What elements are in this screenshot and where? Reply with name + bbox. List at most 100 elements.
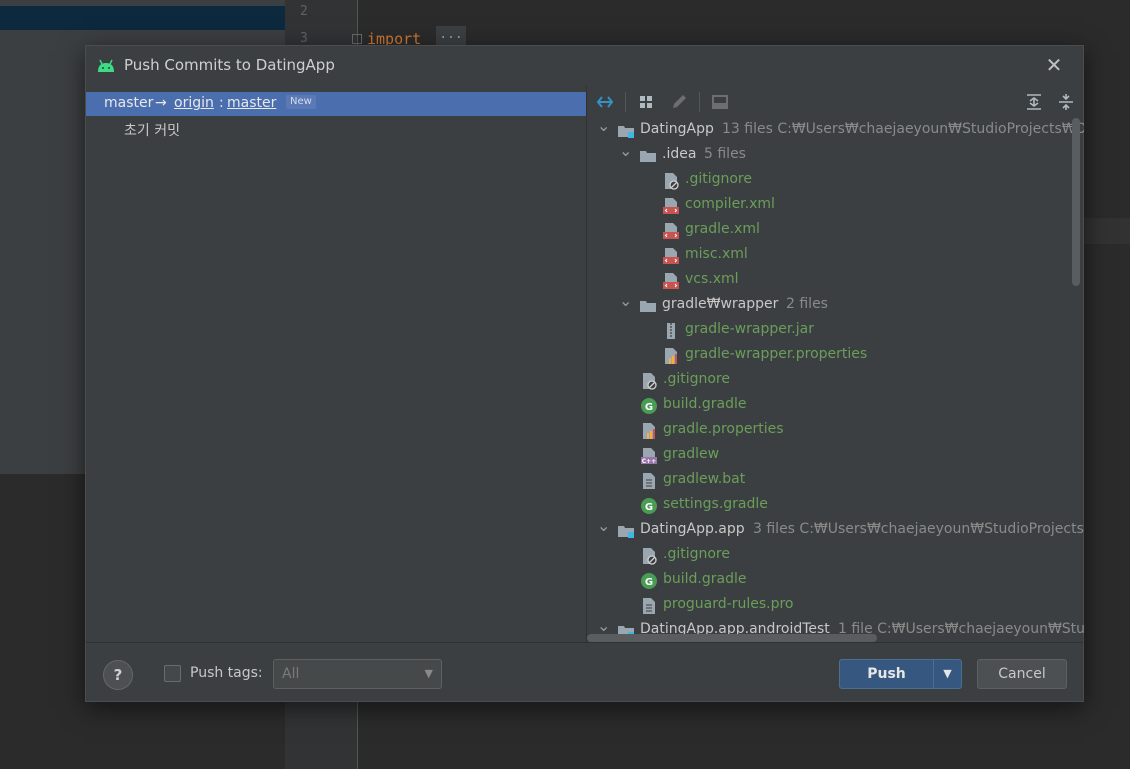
svg-text:G: G: [645, 502, 653, 513]
android-icon: [98, 59, 114, 72]
line-number: 2: [300, 4, 308, 19]
tree-group-row[interactable]: ⌄ gradle₩wrapper 2 files: [587, 291, 1084, 318]
tree-file-row[interactable]: .gitignore: [587, 543, 1084, 568]
tree-file-row[interactable]: Gbuild.gradle: [587, 568, 1084, 593]
fold-icon[interactable]: [352, 34, 362, 44]
collapse-all-icon[interactable]: [1056, 92, 1076, 112]
chevron-down-icon: ▼: [943, 667, 952, 680]
new-badge: New: [286, 95, 316, 109]
push-arrow: →: [155, 95, 167, 111]
tree-item-meta: 2 files: [786, 296, 828, 312]
tree-file-row[interactable]: gradle.properties: [587, 418, 1084, 443]
gradle-icon: G: [641, 398, 657, 414]
dialog-titlebar: Push Commits to DatingApp ✕: [86, 46, 1083, 86]
expand-diff-icon[interactable]: [595, 92, 615, 112]
tree-file-row[interactable]: misc.xml: [587, 243, 1084, 268]
tree-file-row[interactable]: gradle.xml: [587, 218, 1084, 243]
tree-item-label: gradle-wrapper.jar: [685, 321, 814, 337]
chevron-down-icon[interactable]: ⌄: [619, 141, 633, 160]
tree-file-row[interactable]: .gitignore: [587, 168, 1084, 193]
tree-file-row[interactable]: proguard-rules.pro: [587, 593, 1084, 618]
tree-file-row[interactable]: gradle-wrapper.jar: [587, 318, 1084, 343]
branch-push-row[interactable]: master → origin : master New: [86, 92, 586, 116]
tree-item-label: misc.xml: [685, 246, 748, 262]
tree-file-row[interactable]: Gbuild.gradle: [587, 393, 1084, 418]
tree-item-label: .idea: [662, 146, 697, 162]
jar-file-icon: [667, 323, 675, 339]
edit-source-icon[interactable]: [669, 92, 689, 112]
group-by-icon[interactable]: [637, 92, 657, 112]
tree-item-label: gradle.xml: [685, 221, 760, 237]
cpp-file-icon: C++: [641, 448, 657, 465]
tree-item-label: build.gradle: [663, 396, 747, 412]
text-file-icon: [643, 598, 655, 614]
tree-file-row[interactable]: C++ gradlew: [587, 443, 1084, 468]
folder-icon: [640, 301, 656, 312]
tree-item-label: gradlew: [663, 446, 720, 462]
tree-item-label: .gitignore: [663, 546, 730, 562]
properties-file-icon: [643, 423, 655, 439]
horizontal-scrollbar[interactable]: [587, 634, 877, 642]
cancel-button[interactable]: Cancel: [977, 659, 1067, 689]
push-button[interactable]: Push: [839, 659, 934, 689]
tree-group-row[interactable]: ⌄ DatingApp.app 3 files C:₩Users₩chaejaeyo…: [587, 516, 1084, 543]
tree-item-label: vcs.xml: [685, 271, 739, 287]
tree-item-label: .gitignore: [685, 171, 752, 187]
push-tags-checkbox[interactable]: [164, 665, 181, 682]
xml-file-icon: [663, 273, 679, 289]
tree-file-row[interactable]: compiler.xml: [587, 193, 1084, 218]
tree-group-row[interactable]: ⌄ .idea 5 files: [587, 141, 1084, 168]
tree-item-label: DatingApp.app: [640, 521, 745, 537]
tree-file-row[interactable]: Gsettings.gradle: [587, 493, 1084, 518]
tree-item-label: compiler.xml: [685, 196, 775, 212]
push-tags-select-value: All: [282, 666, 300, 682]
branch-separator: :: [219, 95, 224, 111]
commit-item[interactable]: 초기 커밋: [124, 120, 180, 140]
gradle-icon: G: [641, 573, 657, 589]
chevron-down-icon[interactable]: ⌄: [597, 116, 611, 135]
tree-file-row[interactable]: gradle-wrapper.properties: [587, 343, 1084, 368]
chevron-down-icon[interactable]: ⌄: [619, 291, 633, 310]
local-branch: master: [104, 95, 154, 111]
properties-file-icon: [665, 348, 677, 364]
folder-icon: [640, 151, 656, 162]
tree-item-label: settings.gradle: [663, 496, 768, 512]
tree-file-row[interactable]: vcs.xml: [587, 268, 1084, 293]
push-commits-dialog: Push Commits to DatingApp ✕ master → ori…: [85, 45, 1084, 702]
expand-all-icon[interactable]: [1024, 92, 1044, 112]
show-diff-icon[interactable]: [710, 92, 730, 112]
editor-caret-line: [1084, 218, 1130, 244]
svg-text:C++: C++: [642, 458, 656, 465]
push-tags-label: Push tags:: [190, 665, 263, 681]
tree-file-row[interactable]: .gitignore: [587, 368, 1084, 393]
text-file-icon: [643, 473, 655, 489]
help-button[interactable]: ?: [103, 660, 133, 690]
folded-imports[interactable]: ...: [436, 26, 466, 46]
chevron-down-icon[interactable]: ⌄: [597, 616, 611, 635]
tree-item-label: gradle₩wrapper: [662, 296, 779, 312]
tree-item-label: gradle.properties: [663, 421, 784, 437]
module-folder-icon: [618, 526, 634, 538]
tree-item-meta: 5 files: [704, 146, 746, 162]
project-panel-selection: [0, 6, 285, 30]
close-icon[interactable]: ✕: [1043, 54, 1065, 76]
vertical-scrollbar[interactable]: [1072, 118, 1080, 286]
chevron-down-icon: ▼: [424, 667, 433, 680]
remote-name[interactable]: origin: [174, 95, 214, 111]
tree-item-label: gradle-wrapper.properties: [685, 346, 868, 362]
dialog-footer: ? Push tags: All ▼ Push ▼ Cancel: [86, 643, 1083, 703]
changes-pane: ⌄ DatingApp 13 files C:₩Users₩chaejaeyoun₩…: [587, 86, 1084, 642]
dialog-title: Push Commits to DatingApp: [124, 56, 335, 74]
tree-item-label: .gitignore: [663, 371, 730, 387]
gradle-icon: G: [641, 498, 657, 514]
xml-file-icon: [663, 223, 679, 239]
changes-toolbar: [587, 86, 1084, 116]
tree-file-row[interactable]: gradlew.bat: [587, 468, 1084, 493]
push-dropdown-button[interactable]: ▼: [933, 659, 962, 689]
push-tags-select[interactable]: All ▼: [273, 659, 442, 689]
xml-file-icon: [663, 198, 679, 214]
chevron-down-icon[interactable]: ⌄: [597, 516, 611, 535]
tree-group-row[interactable]: ⌄ DatingApp 13 files C:₩Users₩chaejaeyoun₩…: [587, 116, 1084, 143]
line-number: 3: [300, 31, 308, 46]
remote-branch[interactable]: master: [227, 95, 276, 111]
